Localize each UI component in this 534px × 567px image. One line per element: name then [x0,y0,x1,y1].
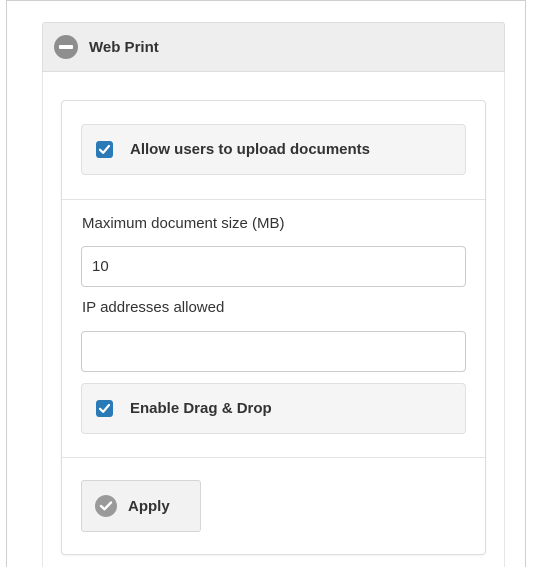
enable-drag-drop-checkbox[interactable] [96,400,113,417]
checkmark-icon [98,144,111,154]
allow-upload-label: Allow users to upload documents [130,141,371,158]
divider [62,457,485,458]
allow-upload-option[interactable]: Allow users to upload documents [81,124,466,175]
enable-drag-drop-label: Enable Drag & Drop [130,400,272,417]
divider [62,199,485,200]
max-size-label: Maximum document size (MB) [82,215,285,232]
apply-button[interactable]: Apply [81,480,201,532]
max-size-input[interactable] [81,246,466,287]
web-print-settings-page: Web Print Allow users to upload document… [0,0,534,567]
check-circle-icon [95,495,117,517]
checkmark-icon [98,403,111,413]
ip-addresses-input[interactable] [81,331,466,372]
section-title: Web Print [89,38,159,56]
enable-drag-drop-option[interactable]: Enable Drag & Drop [81,383,466,434]
minus-circle-icon[interactable] [54,35,78,59]
allow-upload-checkbox[interactable] [96,141,113,158]
ip-addresses-label: IP addresses allowed [82,299,225,316]
apply-button-label: Apply [128,497,170,515]
web-print-section-header[interactable]: Web Print [42,22,505,72]
